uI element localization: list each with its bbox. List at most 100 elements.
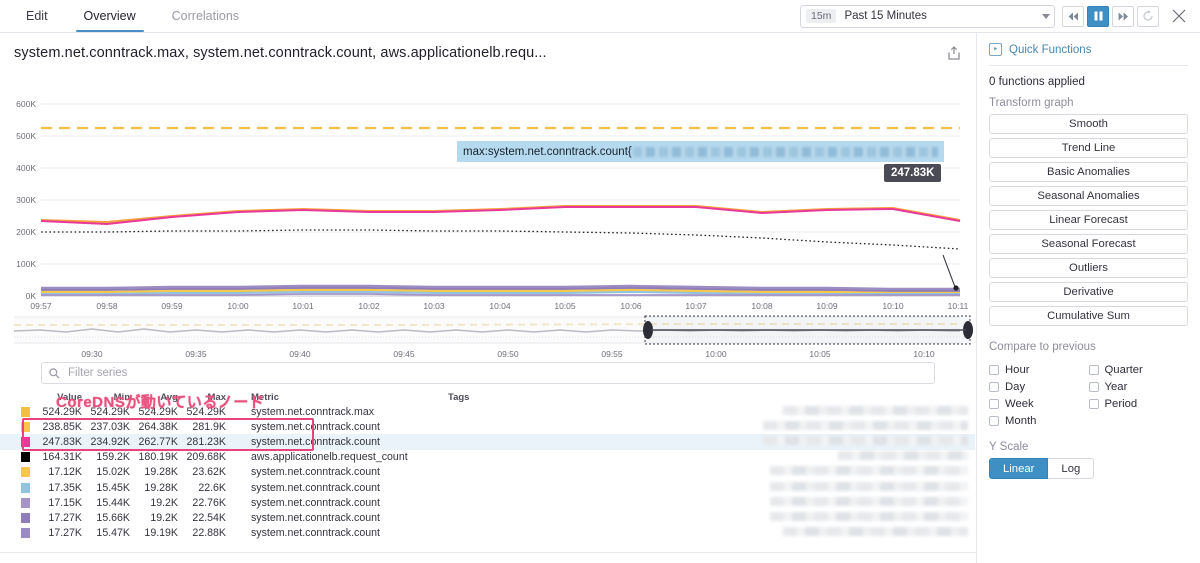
table-row[interactable]: 238.85K 237.03K 264.38K 281.9K system.ne… (0, 419, 975, 434)
cell-max: 23.62K (192, 466, 226, 479)
svg-text:09:50: 09:50 (497, 349, 519, 359)
cell-avg: 19.28K (144, 466, 178, 479)
seasonal-anomalies-button[interactable]: Seasonal Anomalies (989, 186, 1188, 206)
cell-metric: system.net.conntrack.count (251, 435, 380, 448)
tab-edit-label: Edit (26, 9, 48, 23)
compare-checkbox-day[interactable]: Day (989, 378, 1089, 395)
trend-line-button[interactable]: Trend Line (989, 138, 1188, 158)
transform-graph-label: Transform graph (989, 97, 1074, 109)
svg-text:09:40: 09:40 (289, 349, 311, 359)
table-row[interactable]: 17.35K 15.45K 19.28K 22.6K system.net.co… (0, 480, 975, 495)
linear-forecast-button[interactable]: Linear Forecast (989, 210, 1188, 230)
cell-tags (448, 451, 975, 463)
checkbox-icon[interactable] (1088, 364, 1099, 375)
time-range-picker[interactable]: 15m Past 15 Minutes (800, 4, 1055, 28)
cell-value: 247.83K (42, 435, 82, 448)
seasonal-forecast-button[interactable]: Seasonal Forecast (989, 234, 1188, 254)
checkbox-icon[interactable] (1088, 381, 1099, 392)
compare-checkbox-period[interactable]: Period (1088, 395, 1189, 412)
cell-tags (448, 527, 975, 539)
svg-text:09:35: 09:35 (185, 349, 207, 359)
page-title: system.net.conntrack.max, system.net.con… (14, 45, 547, 61)
tab-edit[interactable]: Edit (8, 0, 66, 32)
current-value-dot (953, 285, 959, 291)
redacted-tags-blur (632, 146, 938, 157)
series-color-swatch (21, 436, 30, 447)
value-pointer (942, 254, 956, 288)
compare-checkbox-month[interactable]: Month (989, 412, 1089, 429)
export-icon[interactable] (947, 45, 961, 61)
compare-label-year: Year (1104, 380, 1128, 393)
compare-checkbox-week[interactable]: Week (989, 395, 1089, 412)
table-row[interactable]: 524.29K 524.29K 524.29K 524.29K system.n… (0, 404, 975, 419)
cell-metric: system.net.conntrack.count (251, 466, 380, 479)
series-node-cluster (41, 284, 960, 296)
redacted-tag-blur (770, 511, 968, 521)
skip-forward-icon[interactable] (1112, 5, 1134, 27)
y-scale-log-button[interactable]: Log (1048, 458, 1095, 479)
basic-anomalies-button[interactable]: Basic Anomalies (989, 162, 1188, 182)
legend-header-tags: Tags (448, 392, 470, 403)
svg-text:10:07: 10:07 (685, 301, 707, 311)
table-row[interactable]: 17.15K 15.44K 19.2K 22.76K system.net.co… (0, 495, 975, 510)
cell-metric: system.net.conntrack.max (251, 405, 375, 418)
redacted-tag-blur (783, 527, 968, 537)
svg-text:10:10: 10:10 (882, 301, 904, 311)
cell-min: 15.44K (96, 496, 130, 509)
cell-value: 17.27K (48, 527, 82, 540)
compare-label-month: Month (1005, 414, 1037, 427)
chart-svg: 600K 500K 400K 300K 200K 100K 0K 09:57 0… (16, 99, 968, 311)
cell-min: 237.03K (90, 420, 130, 433)
checkbox-icon[interactable] (989, 381, 999, 392)
svg-text:200K: 200K (16, 227, 36, 237)
cell-avg: 262.77K (138, 435, 178, 448)
cell-tags (448, 496, 975, 509)
compare-checkbox-year[interactable]: Year (1088, 378, 1189, 395)
table-row[interactable]: 164.31K 159.2K 180.19K 209.68K aws.appli… (0, 450, 975, 465)
checkbox-icon[interactable] (989, 398, 999, 409)
compare-checkbox-quarter[interactable]: Quarter (1088, 361, 1189, 378)
cell-min: 234.92K (90, 435, 130, 448)
svg-text:09:59: 09:59 (161, 301, 183, 311)
tab-correlations[interactable]: Correlations (154, 0, 257, 32)
series-color-swatch (21, 482, 30, 493)
outliers-button[interactable]: Outliers (989, 258, 1188, 278)
table-row[interactable]: 17.27K 15.47K 19.19K 22.88K system.net.c… (0, 526, 975, 541)
table-row[interactable]: 247.83K 234.92K 262.77K 281.23K system.n… (0, 434, 975, 450)
cumulative-sum-button[interactable]: Cumulative Sum (989, 306, 1188, 326)
function-icon: ‣ (989, 43, 1002, 56)
checkbox-icon[interactable] (989, 364, 999, 375)
pause-icon[interactable] (1087, 5, 1109, 27)
redacted-tag-blur (838, 451, 968, 461)
cell-max: 209.68K (186, 451, 226, 464)
cell-max: 22.6K (198, 481, 226, 494)
minimap-x-axis: 09:30 09:35 09:40 09:45 09:50 09:55 10:0… (81, 349, 935, 359)
tab-overview-label: Overview (83, 9, 136, 23)
tab-overview[interactable]: Overview (66, 0, 154, 32)
table-row[interactable]: 17.12K 15.02K 19.28K 23.62K system.net.c… (0, 465, 975, 480)
filter-series-box[interactable] (41, 362, 935, 384)
main-chart[interactable]: 600K 500K 400K 300K 200K 100K 0K 09:57 0… (0, 73, 975, 313)
cell-metric: system.net.conntrack.count (251, 420, 380, 433)
search-input[interactable] (66, 366, 927, 380)
checkbox-icon[interactable] (989, 415, 999, 426)
time-range-minimap[interactable]: 09:30 09:35 09:40 09:45 09:50 09:55 10:0… (0, 313, 975, 361)
y-scale-linear-button[interactable]: Linear (989, 458, 1049, 479)
skip-backward-icon[interactable] (1062, 5, 1084, 27)
checkbox-icon[interactable] (1088, 398, 1099, 409)
legend-header-avg: Avg (160, 392, 178, 403)
cell-metric: system.net.conntrack.count (251, 511, 380, 524)
minimap-svg: 09:30 09:35 09:40 09:45 09:50 09:55 10:0… (13, 315, 973, 359)
close-icon[interactable] (1166, 3, 1192, 29)
derivative-button[interactable]: Derivative (989, 282, 1188, 302)
svg-text:400K: 400K (16, 163, 36, 173)
cell-value: 17.12K (48, 466, 82, 479)
metric-explorer-page: Edit Overview Correlations 15m Past 15 M… (0, 0, 1200, 563)
table-row[interactable]: 17.27K 15.66K 19.2K 22.54K system.net.co… (0, 510, 975, 525)
reset-icon[interactable] (1137, 5, 1159, 27)
redacted-tag-blur (763, 420, 968, 430)
compare-checkbox-hour[interactable]: Hour (989, 361, 1089, 378)
svg-text:09:30: 09:30 (81, 349, 103, 359)
smooth-button[interactable]: Smooth (989, 114, 1188, 134)
cell-min: 15.66K (96, 511, 130, 524)
